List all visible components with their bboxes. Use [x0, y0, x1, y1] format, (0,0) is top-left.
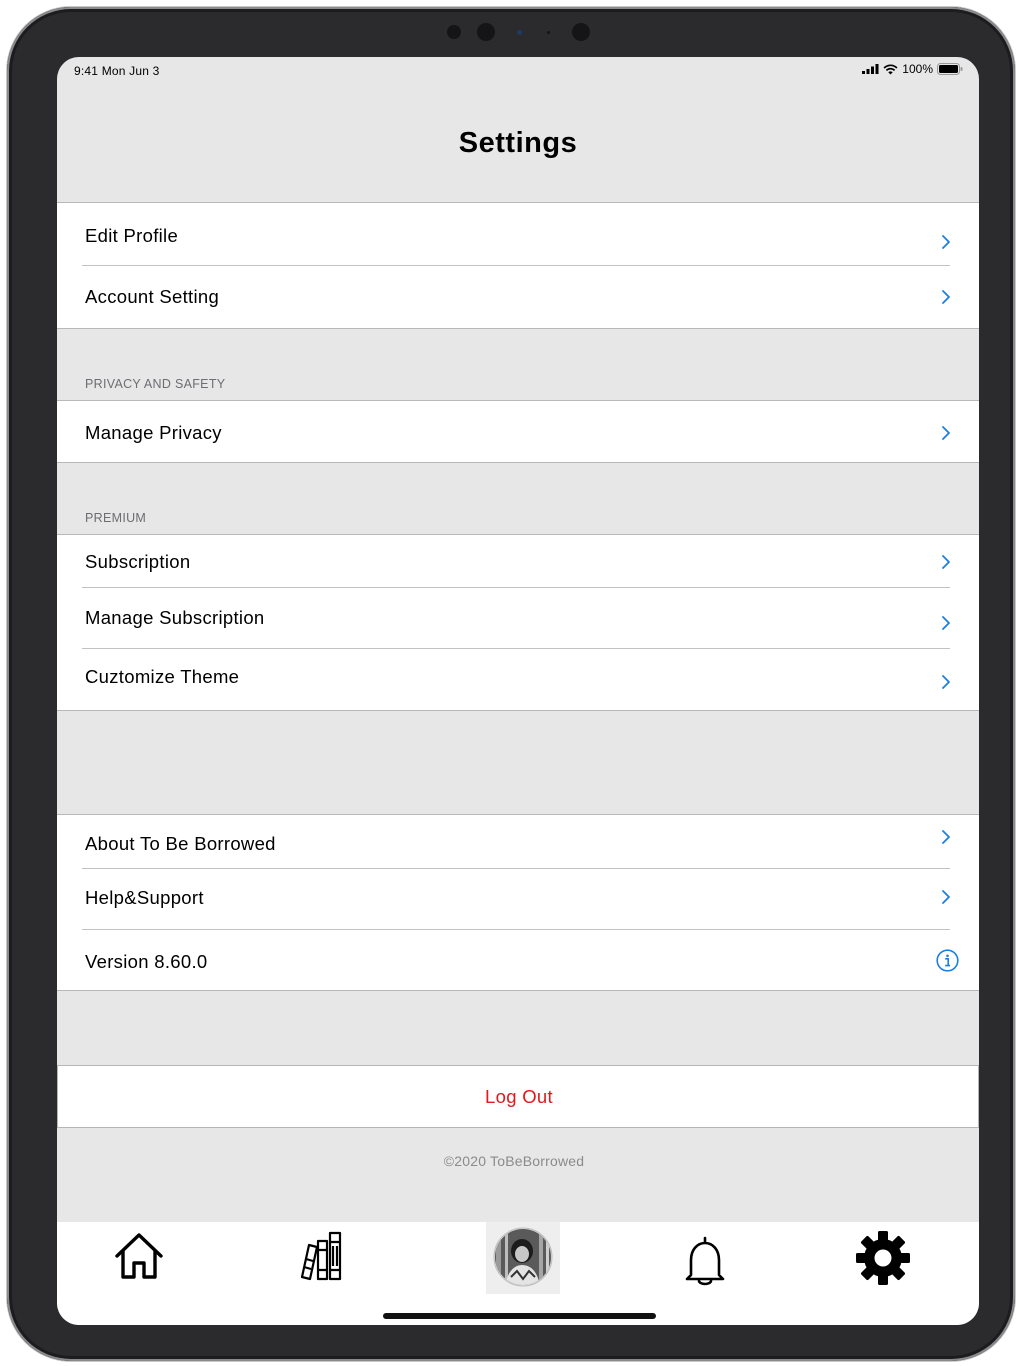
tab-bar: [57, 1222, 979, 1325]
chevron-right-icon: [942, 890, 950, 904]
bell-icon[interactable]: [684, 1235, 726, 1287]
home-icon[interactable]: [113, 1230, 165, 1282]
account-settings-group: Edit Profile Account Setting: [57, 202, 979, 329]
status-bar: 9:41 Mon Jun 3 100%: [57, 57, 979, 85]
row-label: Help&Support: [85, 887, 204, 908]
section-header-privacy: PRIVACY AND SAFETY: [85, 377, 226, 391]
gear-icon[interactable]: [855, 1230, 911, 1286]
settings-row-subscription[interactable]: Subscription: [57, 535, 979, 587]
settings-row-help-support[interactable]: Help&Support: [57, 869, 979, 929]
settings-row-account-setting[interactable]: Account Setting: [57, 266, 979, 329]
settings-row-about[interactable]: About To Be Borrowed: [57, 815, 979, 868]
chevron-right-icon: [942, 830, 950, 844]
about-settings-group: About To Be Borrowed Help&Support Versio…: [57, 814, 979, 991]
status-time: 9:41 Mon Jun 3: [74, 64, 160, 78]
chevron-right-icon: [942, 290, 950, 304]
home-indicator: [383, 1313, 656, 1319]
chevron-right-icon: [942, 235, 950, 249]
page-title: Settings: [458, 127, 578, 159]
battery-icon: [937, 63, 963, 75]
settings-row-version: Version 8.60.0: [57, 930, 979, 991]
log-out-button[interactable]: Log Out: [57, 1065, 979, 1128]
status-indicators: 100%: [862, 62, 963, 76]
battery-percentage: 100%: [902, 62, 933, 76]
row-label: Manage Privacy: [85, 422, 222, 443]
row-label: Subscription: [85, 551, 191, 572]
profile-tab[interactable]: [486, 1222, 560, 1294]
chevron-right-icon: [942, 616, 950, 630]
settings-row-edit-profile[interactable]: Edit Profile: [57, 203, 979, 265]
row-label: Cuztomize Theme: [85, 666, 240, 687]
camera-sensor-bar: [437, 21, 607, 45]
books-icon[interactable]: [297, 1228, 353, 1282]
copyright-text: ©2020 ToBeBorrowed: [443, 1153, 585, 1169]
wifi-icon: [883, 63, 898, 74]
ipad-frame: 9:41 Mon Jun 3 100% Settings Edit Profil…: [7, 7, 1015, 1361]
row-label: Manage Subscription: [85, 607, 265, 628]
settings-row-customize-theme[interactable]: Cuztomize Theme: [57, 649, 979, 711]
row-label: Edit Profile: [85, 225, 179, 246]
premium-settings-group: Subscription Manage Subscription Cuztomi…: [57, 534, 979, 711]
settings-row-manage-privacy[interactable]: Manage Privacy: [57, 401, 979, 463]
chevron-right-icon: [942, 426, 950, 440]
version-label: Version 8.60.0: [85, 951, 208, 972]
settings-screen: 9:41 Mon Jun 3 100% Settings Edit Profil…: [57, 57, 979, 1325]
section-header-premium: PREMIUM: [85, 511, 147, 525]
row-label: Account Setting: [85, 286, 220, 307]
privacy-settings-group: Manage Privacy: [57, 400, 979, 463]
chevron-right-icon: [942, 675, 950, 689]
profile-avatar: [493, 1227, 553, 1287]
log-out-label: Log Out: [485, 1086, 553, 1107]
row-label: About To Be Borrowed: [85, 833, 276, 854]
settings-row-manage-subscription[interactable]: Manage Subscription: [57, 588, 979, 648]
signal-icon: [862, 64, 879, 74]
chevron-right-icon: [942, 555, 950, 569]
info-icon[interactable]: [936, 949, 959, 972]
